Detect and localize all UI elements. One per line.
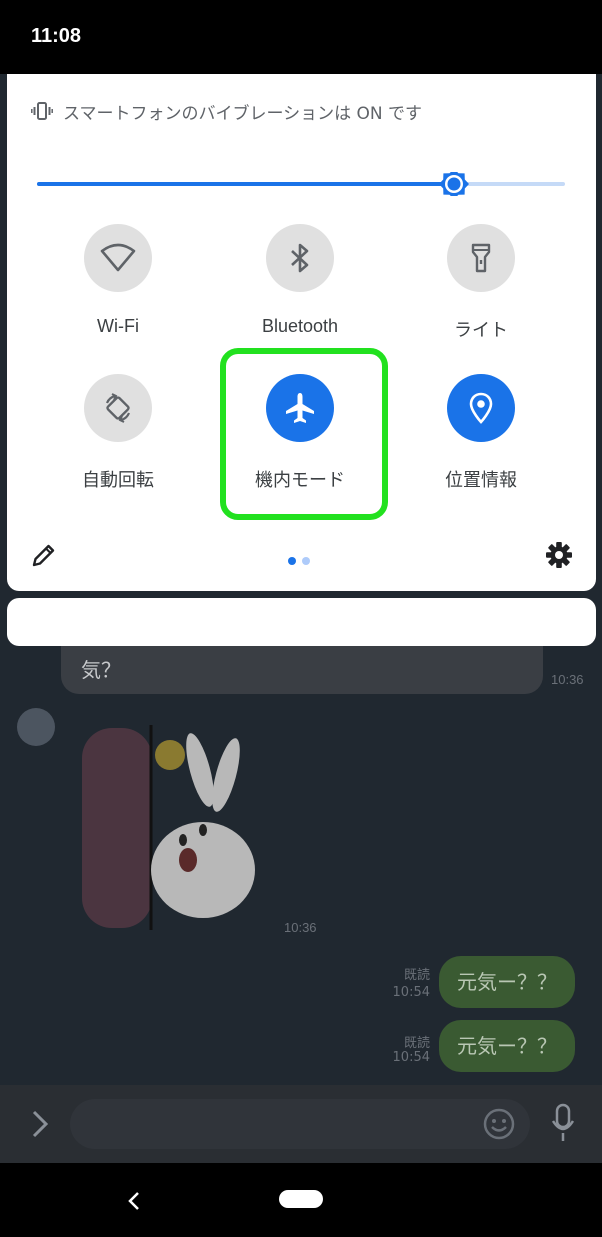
expand-chevron-icon[interactable]	[30, 1109, 50, 1139]
tile-auto-rotate-button[interactable]	[84, 374, 152, 442]
tile-label: Bluetooth	[261, 316, 339, 336]
airplane-mode-highlight	[220, 348, 388, 520]
tile-flashlight-button[interactable]	[447, 224, 515, 292]
page-dot-active	[288, 557, 296, 565]
outgoing-message: 元気ー？？	[439, 956, 575, 1008]
emoji-icon[interactable]	[482, 1107, 516, 1141]
message-input[interactable]	[70, 1099, 530, 1149]
tile-auto-rotate[interactable]: 自動回転	[28, 374, 208, 492]
home-button[interactable]	[279, 1190, 323, 1208]
page-indicator	[288, 550, 316, 569]
avatar[interactable]	[17, 708, 55, 746]
incoming-message-text: 気？	[81, 658, 121, 682]
status-time: 11:08	[31, 25, 82, 47]
tile-wifi-button[interactable]	[84, 224, 152, 292]
location-icon	[469, 392, 493, 424]
notification-shade-bar[interactable]	[7, 598, 596, 646]
tile-label: 位置情報	[445, 470, 517, 490]
back-icon[interactable]	[126, 1190, 142, 1212]
sticker-time: 10:36	[284, 920, 317, 935]
bluetooth-icon	[291, 243, 309, 273]
vibration-status: スマートフォンのバイブレーションは ON です	[31, 99, 423, 124]
vibration-message: スマートフォンのバイブレーションは ON です	[63, 103, 423, 124]
tile-location-button[interactable]	[447, 374, 515, 442]
tile-bluetooth-button[interactable]	[266, 224, 334, 292]
incoming-message-time: 10:36	[551, 672, 584, 687]
edit-pencil-icon[interactable]	[31, 542, 57, 568]
quick-settings-panel: スマートフォンのバイブレーションは ON です Wi-Fi Bluetooth …	[7, 74, 596, 591]
auto-rotate-icon	[105, 393, 131, 423]
chat-input-bar	[0, 1085, 602, 1163]
sticker-image	[82, 725, 255, 930]
brightness-slider[interactable]	[37, 172, 565, 196]
read-receipt: 既読	[403, 968, 430, 983]
vibrate-icon	[31, 102, 53, 120]
page-dot	[302, 557, 310, 565]
brightness-thumb-icon[interactable]	[439, 172, 469, 196]
brightness-fill	[37, 182, 454, 186]
tile-label: Wi-Fi	[97, 316, 139, 336]
read-receipt: 既読	[403, 1036, 430, 1051]
tile-flashlight[interactable]: ライト	[391, 224, 571, 342]
microphone-icon[interactable]	[550, 1103, 576, 1143]
outgoing-message: 元気ー？？	[439, 1020, 575, 1072]
wifi-icon	[100, 243, 136, 272]
incoming-message: 気？	[61, 640, 543, 694]
tile-label: 自動回転	[82, 470, 154, 490]
settings-gear-icon[interactable]	[545, 541, 573, 569]
outgoing-time: 10:54	[392, 985, 430, 1000]
tile-label: ライト	[454, 320, 508, 340]
flashlight-icon	[471, 243, 491, 273]
tile-wifi[interactable]: Wi-Fi	[28, 224, 208, 337]
tile-location[interactable]: 位置情報	[391, 374, 571, 492]
tile-bluetooth[interactable]: Bluetooth	[210, 224, 390, 337]
outgoing-time: 10:54	[392, 1050, 430, 1065]
status-bar: 11:08	[0, 0, 602, 74]
